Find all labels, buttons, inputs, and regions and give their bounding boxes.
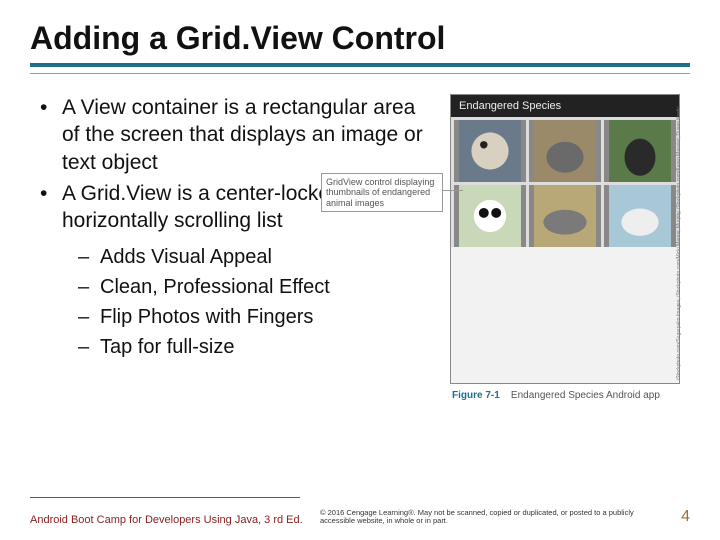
footer: Android Boot Camp for Developers Using J… <box>30 508 690 526</box>
sub-bullet-item: Tap for full-size <box>78 334 430 360</box>
thumb-elephant <box>529 120 601 182</box>
thumb-gorilla <box>604 120 676 182</box>
app-header: Endangered Species <box>451 95 679 117</box>
bullet-item: A View container is a rectangular area o… <box>40 94 430 176</box>
image-credits: iStockphoto.com/Sugarpalm Images; iStock… <box>677 100 689 380</box>
slide-title: Adding a Grid.View Control <box>30 20 690 57</box>
footer-copyright: © 2016 Cengage Learning®. May not be sca… <box>320 509 650 526</box>
thumb-eagle <box>454 120 526 182</box>
app-title: Endangered Species <box>459 100 561 112</box>
bullet-list: A View container is a rectangular area o… <box>30 94 430 234</box>
sub-bullet-list: Adds Visual Appeal Clean, Professional E… <box>30 244 430 360</box>
figure-caption: Figure 7-1 Endangered Species Android ap… <box>452 390 690 401</box>
page-number: 4 <box>660 508 690 526</box>
figure-caption-text: Endangered Species Android app <box>511 390 660 401</box>
image-grid <box>451 117 679 247</box>
content-row: A View container is a rectangular area o… <box>30 94 690 401</box>
figure-number: Figure 7-1 <box>452 390 500 401</box>
thumb-panda <box>454 185 526 247</box>
thumb-polarbear <box>604 185 676 247</box>
thumb-rhino <box>529 185 601 247</box>
title-underline <box>30 63 690 67</box>
text-column: A View container is a rectangular area o… <box>30 94 430 401</box>
callout-label: GridView control displaying thumbnails o… <box>321 173 443 212</box>
footer-book-title: Android Boot Camp for Developers Using J… <box>30 514 310 526</box>
figure-column: Endangered Species <box>440 94 690 401</box>
callout-leader <box>443 190 463 191</box>
sub-bullet-item: Adds Visual Appeal <box>78 244 430 270</box>
footer-rule <box>30 497 300 498</box>
slide: Adding a Grid.View Control A View contai… <box>0 0 720 540</box>
sub-bullet-item: Clean, Professional Effect <box>78 274 430 300</box>
title-underline-thin <box>30 73 690 74</box>
device-mock: Endangered Species <box>450 94 680 384</box>
sub-bullet-item: Flip Photos with Fingers <box>78 304 430 330</box>
